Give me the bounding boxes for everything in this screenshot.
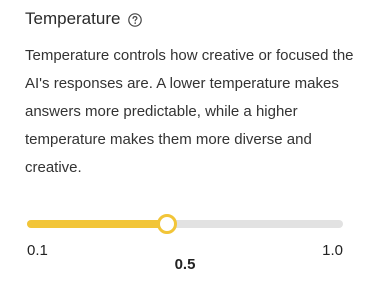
slider-fill [27, 220, 168, 228]
setting-description: Temperature controls how creative or foc… [25, 47, 354, 176]
setting-title: Temperature [25, 9, 121, 28]
slider-value-label: 0.5 [174, 256, 196, 273]
question-circle-icon[interactable] [128, 12, 143, 27]
slider-max-label: 1.0 [322, 242, 343, 259]
setting-header: Temperature [25, 8, 143, 30]
temperature-slider[interactable] [27, 214, 343, 234]
slider-min-label: 0.1 [27, 242, 48, 259]
temperature-setting-panel: Temperature Temperature controls how cre… [0, 0, 384, 285]
slider-thumb[interactable] [157, 214, 178, 234]
